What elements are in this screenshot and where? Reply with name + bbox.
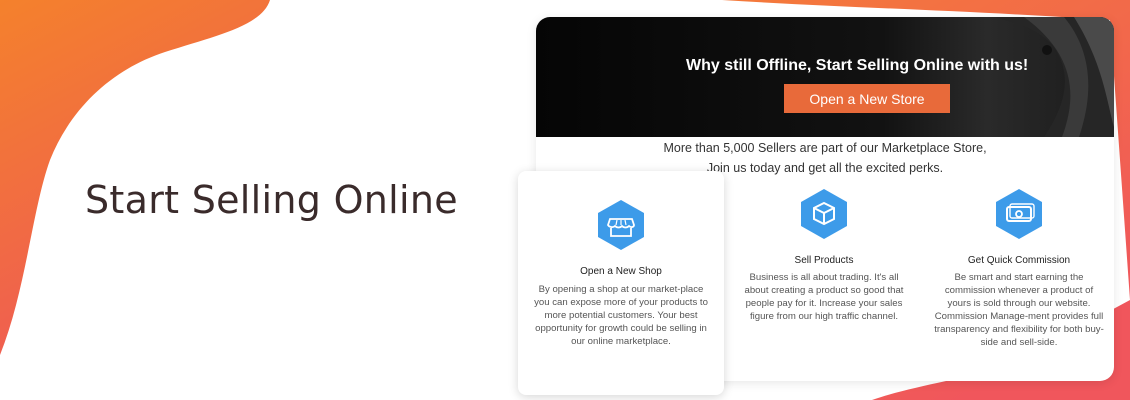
feature-title: Sell Products [794,255,854,266]
money-bill-icon [996,189,1042,239]
banner-background-image [994,17,1114,137]
feature-description: Be smart and start earning the commissio… [934,272,1104,348]
storefront-icon [598,200,644,250]
open-new-store-button[interactable]: Open a New Store [784,84,950,113]
feature-title: Open a New Shop [580,266,662,277]
feature-get-quick-commission: Get Quick Commission Be smart and start … [932,188,1106,349]
feature-sell-products: Sell Products Business is all about trad… [744,188,904,323]
feature-description: By opening a shop at our market-place yo… [534,284,708,347]
feature-title: Get Quick Commission [967,255,1071,266]
box-icon [801,189,847,239]
feature-description: Business is all about trading. It's all … [744,272,904,322]
hero-title: Start Selling Online [85,178,458,222]
feature-open-new-shop-card: Open a New Shop By opening a shop at our… [518,171,724,395]
intro-line-1: More than 5,000 Sellers are part of our … [663,141,987,155]
banner-headline: Why still Offline, Start Selling Online … [686,57,1029,74]
feature-open-new-shop: Open a New Shop By opening a shop at our… [534,199,708,348]
promo-banner: Why still Offline, Start Selling Online … [536,17,1114,137]
